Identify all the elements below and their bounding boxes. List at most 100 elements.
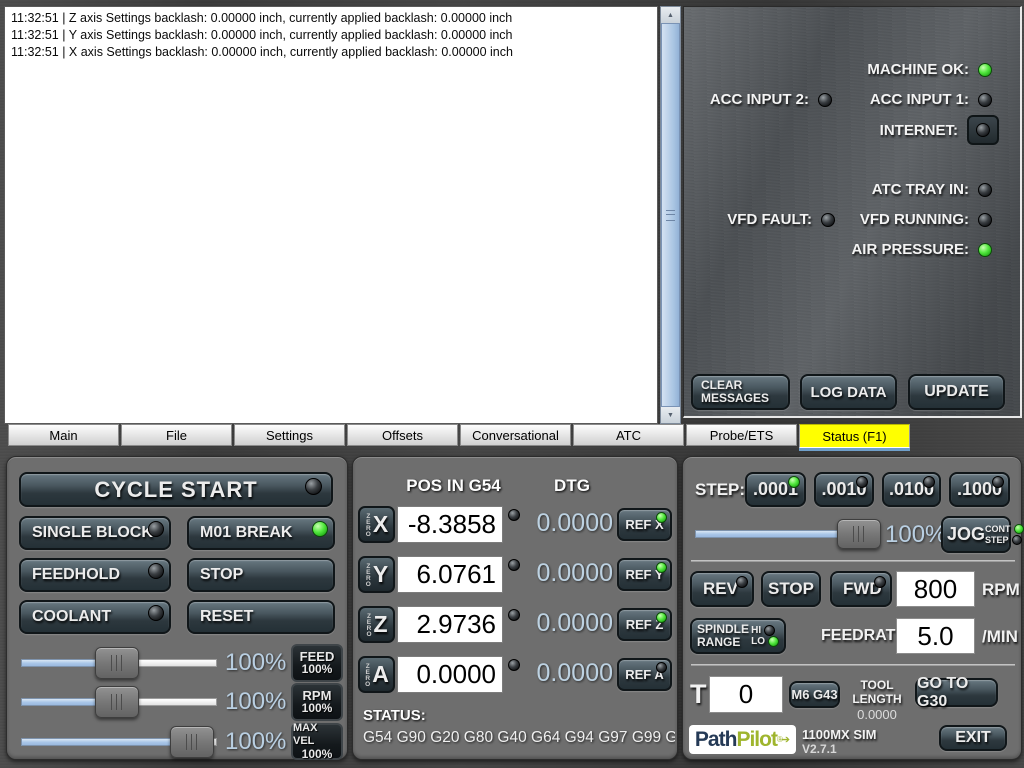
zero-z-button[interactable]: ZERO Z: [358, 606, 395, 643]
y-dtg-value: 0.0000: [521, 559, 613, 588]
internet-led-button[interactable]: [967, 115, 999, 145]
zero-a-button[interactable]: ZERO A: [358, 656, 395, 693]
tab-label: Offsets: [382, 428, 423, 443]
indicator-acc-input-2: ACC INPUT 2:: [710, 91, 832, 108]
step-0100-button[interactable]: .0100: [882, 472, 941, 507]
log-data-label: LOG DATA: [810, 384, 886, 401]
tab-status[interactable]: Status (F1): [799, 424, 910, 448]
m01-break-button[interactable]: M01 BREAK: [187, 516, 335, 550]
single-block-label: SINGLE BLOCK: [32, 524, 153, 542]
log-message: 11:32:51 | Z axis Settings backlash: 0.0…: [11, 10, 651, 27]
rpm-override-percent: 100%: [225, 688, 281, 716]
tool-number-value: 0: [739, 679, 753, 710]
go-to-g30-button[interactable]: GO TO G30: [915, 678, 998, 707]
spindle-stop-button[interactable]: STOP: [761, 571, 821, 607]
coolant-button[interactable]: COOLANT: [19, 600, 171, 634]
y-pos-value: 6.0761: [416, 559, 496, 590]
single-block-button[interactable]: SINGLE BLOCK: [19, 516, 171, 550]
machine-control-panel: CYCLE START SINGLE BLOCK M01 BREAK FEEDH…: [6, 456, 348, 760]
hi-led: [764, 625, 775, 636]
m01-break-label: M01 BREAK: [200, 524, 292, 542]
x-dro-led: [508, 509, 520, 521]
tab-atc[interactable]: ATC: [573, 424, 684, 446]
scrollbar-down-icon[interactable]: ▼: [661, 407, 680, 423]
zero-label: ZERO: [364, 663, 371, 687]
maxvel-slider-track[interactable]: [21, 738, 192, 746]
stop-button[interactable]: STOP: [187, 558, 335, 592]
log-scrollbar[interactable]: ▲ ▼: [660, 6, 681, 424]
spindle-rev-button[interactable]: REV: [690, 571, 754, 607]
reset-label: RESET: [200, 608, 253, 626]
jog-slider-track[interactable]: [695, 530, 859, 538]
zero-y-button[interactable]: ZERO Y: [358, 556, 395, 593]
spindle-range-button[interactable]: SPINDLE RANGE HI LO: [690, 618, 786, 654]
jog-slider-handle[interactable]: [837, 519, 881, 549]
jog-cont-step-button[interactable]: JOG CONT STEP: [941, 516, 1011, 553]
ref-z-button[interactable]: REF Z: [617, 608, 672, 641]
handle-grip-icon: [853, 526, 866, 542]
indicator-label: ACC INPUT 2:: [710, 91, 809, 108]
step-1000-button[interactable]: .1000: [949, 472, 1010, 507]
log-data-button[interactable]: LOG DATA: [800, 374, 897, 410]
ref-z-led: [656, 612, 667, 623]
spindle-range-labels: SPINDLE RANGE: [697, 623, 749, 649]
cycle-start-label: CYCLE START: [94, 477, 257, 503]
tool-t-label: T: [690, 679, 707, 710]
rpm-100-button[interactable]: RPM 100%: [291, 683, 343, 721]
tab-label: File: [166, 428, 187, 443]
maxvel-slider-handle[interactable]: [170, 726, 214, 758]
a-dro-field[interactable]: 0.0000: [397, 656, 503, 693]
pathpilot-logo: PathPilot®➔: [689, 725, 796, 754]
feedrate-field[interactable]: 5.0: [896, 618, 975, 654]
reset-button[interactable]: RESET: [187, 600, 335, 634]
tool-number-field[interactable]: 0: [709, 676, 783, 713]
scrollbar-thumb[interactable]: [661, 23, 680, 407]
message-log[interactable]: 11:32:51 | Z axis Settings backlash: 0.0…: [4, 6, 658, 424]
internet-led: [976, 123, 990, 137]
scrollbar-up-icon[interactable]: ▲: [661, 7, 680, 23]
ref-a-led: [656, 662, 667, 673]
tab-settings[interactable]: Settings: [234, 424, 345, 446]
rpm-slider-handle[interactable]: [95, 686, 139, 718]
ref-x-led: [656, 512, 667, 523]
machine-ok-led: [978, 63, 992, 77]
single-block-led: [148, 521, 164, 537]
feedhold-button[interactable]: FEEDHOLD: [19, 558, 171, 592]
clear-messages-button[interactable]: CLEAR MESSAGES: [691, 374, 790, 410]
ref-y-button[interactable]: REF Y: [617, 558, 672, 591]
tab-main[interactable]: Main: [8, 424, 119, 446]
spindle-fwd-button[interactable]: FWD: [830, 571, 892, 607]
tab-offsets[interactable]: Offsets: [347, 424, 458, 446]
tab-label: Status (F1): [822, 429, 886, 444]
maxvel-100-button[interactable]: MAX VEL 100%: [291, 723, 343, 760]
tab-probe-ets[interactable]: Probe/ETS: [686, 424, 797, 446]
indicator-label: MACHINE OK:: [867, 61, 969, 78]
tab-conversational[interactable]: Conversational: [460, 424, 571, 446]
update-button[interactable]: UPDATE: [908, 374, 1005, 410]
indicator-vfd-running: VFD RUNNING:: [860, 211, 992, 228]
tab-label: ATC: [616, 428, 641, 443]
ref-x-button[interactable]: REF X: [617, 508, 672, 541]
indicator-machine-ok: MACHINE OK:: [867, 61, 992, 78]
step-0010-button[interactable]: .0010: [814, 472, 874, 507]
m6-g43-button[interactable]: M6 G43: [789, 681, 840, 708]
z-dro-field[interactable]: 2.9736: [397, 606, 503, 643]
x-dro-field[interactable]: -8.3858: [397, 506, 503, 543]
acc-input-1-led: [978, 93, 992, 107]
zero-label: ZERO: [365, 513, 372, 537]
tab-file[interactable]: File: [121, 424, 232, 446]
feed-100-button[interactable]: FEED 100%: [291, 644, 343, 682]
zero-x-button[interactable]: ZERO X: [358, 506, 395, 543]
y-dro-field[interactable]: 6.0761: [397, 556, 503, 593]
step-0001-button[interactable]: .0001: [745, 472, 806, 507]
cycle-start-button[interactable]: CYCLE START: [19, 472, 333, 507]
rpm-label: RPM: [982, 580, 1020, 600]
rpm-field[interactable]: 800: [896, 571, 975, 607]
feed-slider-handle[interactable]: [95, 647, 139, 679]
axis-letter: Y: [373, 561, 388, 588]
a-dro-led: [508, 659, 520, 671]
ref-a-button[interactable]: REF A: [617, 658, 672, 691]
exit-button[interactable]: EXIT: [939, 725, 1007, 751]
cycle-start-led: [305, 478, 322, 495]
feedrate-unit: /MIN: [982, 627, 1018, 647]
